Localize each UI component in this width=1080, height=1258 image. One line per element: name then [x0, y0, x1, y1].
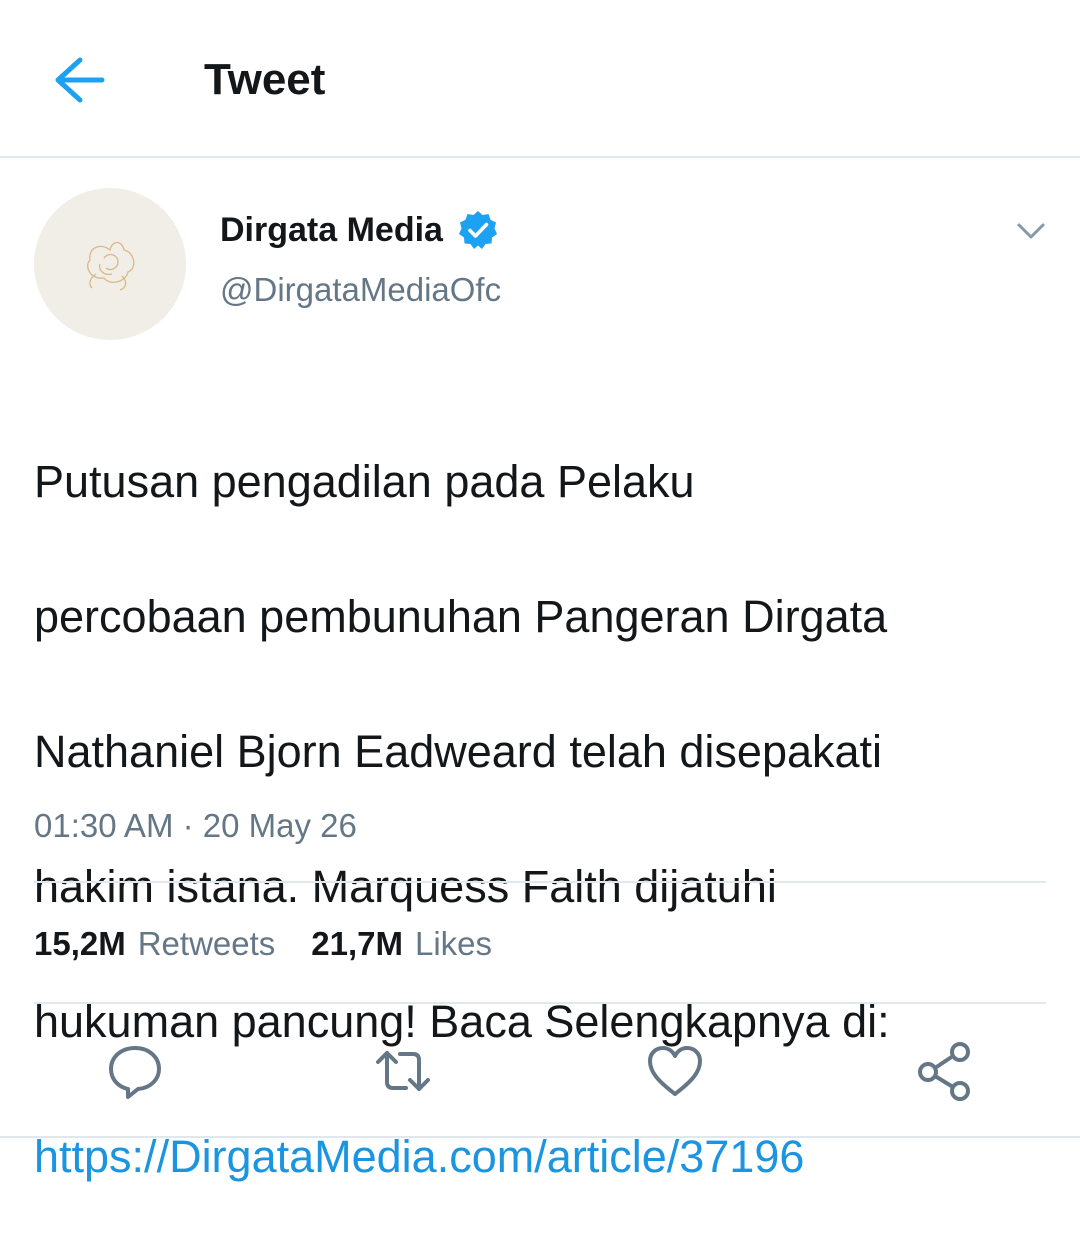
author-name[interactable]: Dirgata Media: [220, 206, 443, 254]
tweet-time: 01:30 AM: [34, 807, 174, 844]
tweet-text-line: hukuman pancung! Baca Selengkapnya di:: [34, 995, 890, 1047]
tweet-text-line: Nathaniel Bjorn Eadweard telah disepakat…: [34, 725, 883, 777]
likes-stat[interactable]: 21,7M Likes: [311, 922, 492, 966]
top-app-bar: Tweet: [0, 0, 1080, 158]
verified-badge-icon: [458, 211, 497, 249]
divider: [34, 1002, 1046, 1004]
arrow-left-icon[interactable]: [50, 54, 108, 106]
timestamp-separator: ·: [173, 807, 203, 844]
likes-count: 21,7M: [311, 925, 403, 962]
article-link[interactable]: https://DirgataMedia.com/article/37196: [34, 1131, 804, 1182]
avatar[interactable]: [34, 188, 186, 340]
divider: [34, 881, 1046, 883]
reply-icon[interactable]: [104, 1040, 166, 1102]
divider: [0, 1136, 1080, 1138]
rose-logo-icon: [87, 241, 135, 291]
author-name-row: Dirgata Media: [220, 206, 499, 254]
share-icon[interactable]: [914, 1040, 976, 1102]
tweet-text-line: percobaan pembunuhan Pangeran Dirgata: [34, 590, 888, 642]
retweets-stat[interactable]: 15,2M Retweets: [34, 922, 275, 966]
retweets-label: Retweets: [137, 925, 276, 962]
retweet-icon[interactable]: [372, 1040, 434, 1102]
likes-label: Likes: [415, 925, 493, 962]
retweets-count: 15,2M: [34, 925, 126, 962]
tweet-date: 20 May 26: [202, 807, 357, 844]
like-icon[interactable]: [644, 1040, 706, 1102]
tweet-stats: 15,2M Retweets 21,7M Likes: [34, 922, 528, 966]
tweet-text-line: Putusan pengadilan pada Pelaku: [34, 455, 695, 507]
author-handle[interactable]: @DirgataMediaOfc: [220, 268, 501, 312]
tweet-timestamp: 01:30 AM · 20 May 26: [34, 806, 357, 846]
tweet-text-line: hakim istana. Marquess Falth dijatuhi: [34, 860, 777, 912]
page-title: Tweet: [204, 55, 326, 104]
chevron-down-icon[interactable]: [1014, 216, 1048, 246]
